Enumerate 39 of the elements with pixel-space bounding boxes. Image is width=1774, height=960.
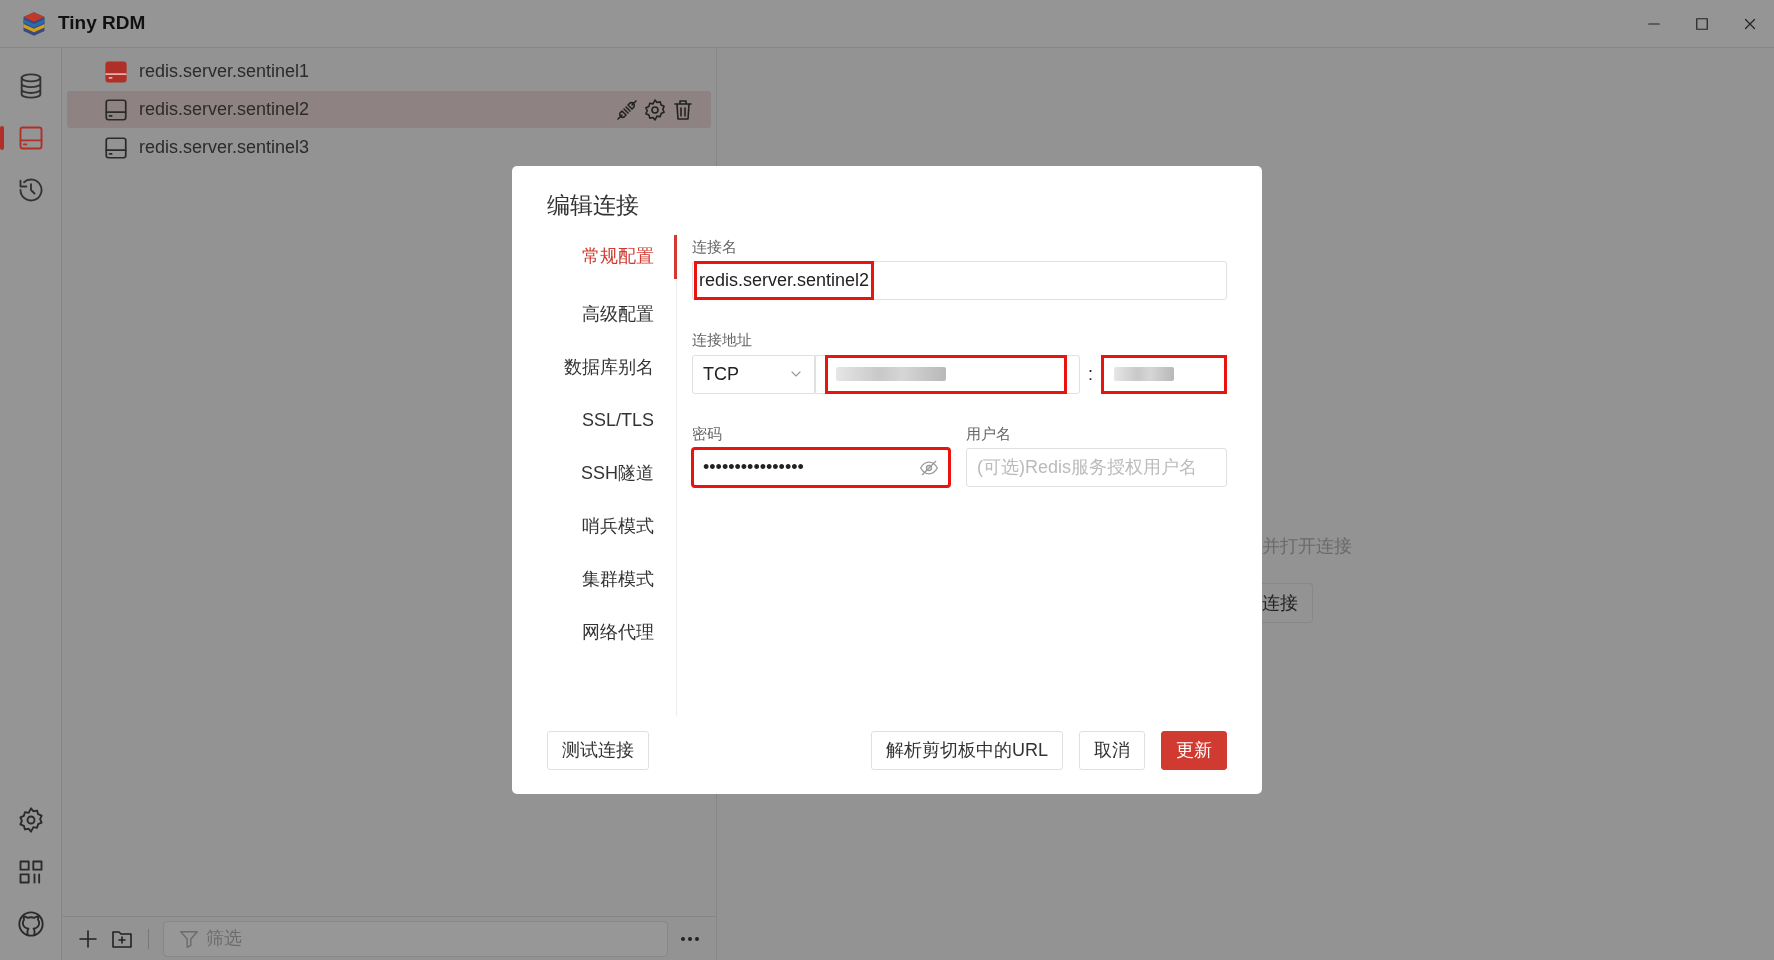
dialog-button[interactable]: 测试连接 [547,731,649,770]
connection-name: redis.server.sentinel3 [139,136,311,159]
field-label: 密码 [692,423,723,444]
protocol-select[interactable]: TCP [692,354,815,394]
trash-icon[interactable] [671,97,695,122]
plug-icon[interactable] [615,97,639,122]
github-icon[interactable] [16,910,45,938]
settings-tab[interactable]: 高级配置 [547,287,677,341]
settings-tab[interactable]: SSL/TLS [547,393,677,447]
app-title: Tiny RDM [58,11,146,36]
connection-name: redis.server.sentinel2 [139,98,311,121]
update-button[interactable]: 更新 [1161,731,1227,770]
blurred-text [1114,367,1174,381]
settings-tab[interactable]: 常规配置 [547,234,677,279]
settings-tab[interactable]: 哨兵模式 [547,499,677,553]
server-icon [103,96,129,123]
name-field[interactable]: redis.server.sentinel2 [692,261,1227,300]
field-label: 用户名 [966,423,1012,444]
settings-tab[interactable]: SSH隧道 [547,446,677,500]
settings-icon[interactable] [643,97,667,122]
dialog-title: 编辑连接 [547,191,640,220]
settings-tab[interactable]: 网络代理 [547,605,677,659]
password-field[interactable]: •••••••••••••••• [692,448,950,487]
settings-tab[interactable]: 集群模式 [547,552,677,606]
server-icon [103,134,129,161]
dialog-button[interactable]: 取消 [1079,731,1145,770]
separator: : [1088,362,1093,386]
field-label: 连接地址 [692,330,753,350]
settings-tab[interactable]: 数据库别名 [547,340,677,394]
settings-icon[interactable] [16,806,45,834]
host-field[interactable] [815,354,1080,394]
connection-item[interactable]: redis.server.sentinel1 [67,53,711,90]
dialog-button[interactable]: 解析剪切板中的URL [871,731,1063,770]
connection-name: redis.server.sentinel1 [139,60,311,83]
field-label: 连接名 [692,236,738,257]
server-icon [103,58,129,85]
connection-item[interactable]: redis.server.sentinel3 [67,129,711,166]
connection-item[interactable]: redis.server.sentinel2 [67,91,711,128]
port-field[interactable] [1101,354,1227,394]
